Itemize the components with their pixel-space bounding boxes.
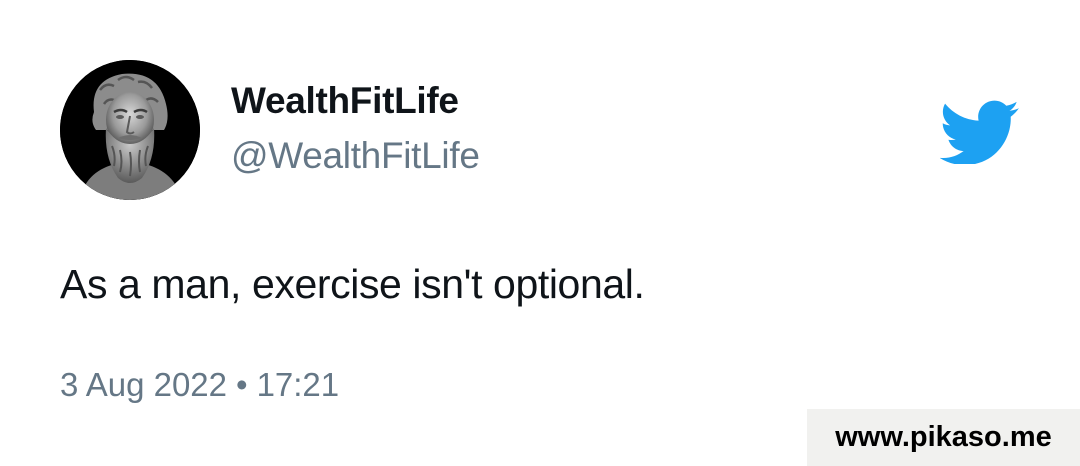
avatar[interactable] — [60, 60, 200, 200]
watermark-text: www.pikaso.me — [835, 421, 1052, 453]
watermark: www.pikaso.me — [807, 409, 1080, 466]
twitter-bird-icon[interactable] — [940, 98, 1020, 164]
tweet-text: As a man, exercise isn't optional. — [60, 261, 645, 307]
timestamp-separator: • — [236, 366, 248, 403]
author-display-name[interactable]: WealthFitLife — [231, 80, 459, 122]
author-handle[interactable]: @WealthFitLife — [231, 135, 480, 177]
tweet-date: 3 Aug 2022 — [60, 366, 227, 403]
plato-bust-icon — [60, 60, 200, 200]
tweet-card: WealthFitLife @WealthFitLife As a man, e… — [0, 0, 1080, 466]
tweet-time: 17:21 — [256, 366, 340, 403]
tweet-timestamp[interactable]: 3 Aug 2022 • 17:21 — [60, 366, 339, 404]
